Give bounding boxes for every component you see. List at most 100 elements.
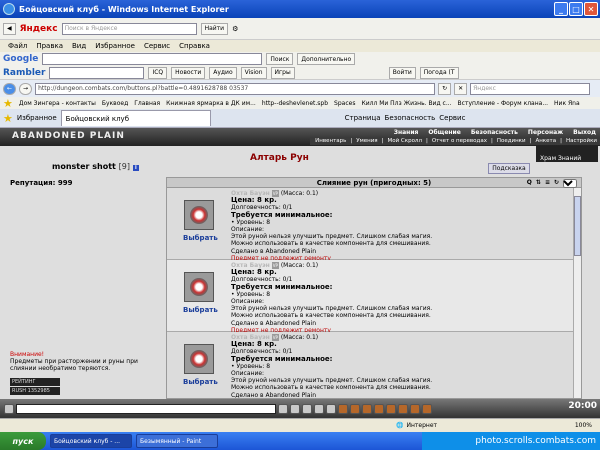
taskbar-item-paint[interactable]: Безымянный - Paint bbox=[136, 434, 218, 448]
fav-link-0[interactable]: Дом Зингера - контакты bbox=[19, 100, 96, 107]
nav-character[interactable]: Персонаж bbox=[528, 129, 563, 136]
fav-link-5[interactable]: Spaces bbox=[334, 100, 355, 107]
chat-avatar-icon[interactable] bbox=[4, 403, 14, 414]
rambler-icq[interactable]: ICQ bbox=[148, 66, 168, 79]
rune-icon[interactable] bbox=[184, 344, 214, 374]
browser-tab[interactable]: Бойцовский клуб bbox=[60, 110, 211, 126]
choose-button[interactable]: Выбрать bbox=[183, 378, 218, 386]
scroll-thumb[interactable] bbox=[574, 196, 581, 256]
maximize-button[interactable]: □ bbox=[569, 2, 583, 16]
favorites-label[interactable]: Избранное bbox=[17, 114, 57, 122]
chat-translit-icon[interactable] bbox=[326, 403, 336, 414]
panel-scrollbar[interactable] bbox=[573, 188, 581, 398]
action-icon-6[interactable] bbox=[398, 403, 408, 414]
nav-knowledge[interactable]: Знания bbox=[394, 129, 419, 136]
minimize-button[interactable]: _ bbox=[554, 2, 568, 16]
security-menu[interactable]: Безопасность bbox=[385, 114, 436, 122]
item-desc-2: Можно использовать в качестве компонента… bbox=[231, 312, 431, 320]
yandex-search-input[interactable]: Поиск в Яндексе bbox=[61, 22, 197, 35]
favorites-center-icon[interactable]: ★ bbox=[3, 112, 13, 125]
rambler-audio[interactable]: Аудио bbox=[209, 66, 237, 79]
chat-smile-icon[interactable] bbox=[314, 403, 324, 414]
back-arrow-icon[interactable]: ← bbox=[3, 82, 17, 95]
chat-input[interactable] bbox=[16, 403, 276, 414]
tools-menu[interactable]: Сервис bbox=[439, 114, 465, 122]
chat-send-icon[interactable] bbox=[278, 403, 288, 414]
fav-link-8[interactable]: Ник Яna bbox=[554, 100, 580, 107]
list-icon[interactable]: ≡ bbox=[545, 178, 550, 188]
nav-security[interactable]: Безопасность bbox=[471, 129, 518, 136]
yandex-search-button[interactable]: Найти bbox=[200, 22, 229, 35]
choose-button[interactable]: Выбрать bbox=[183, 234, 218, 242]
nav-exit[interactable]: Выход bbox=[573, 129, 596, 136]
action-icon-7[interactable] bbox=[410, 403, 420, 414]
address-search-input[interactable]: Яндекс bbox=[470, 82, 591, 95]
page-menu[interactable]: Страница bbox=[345, 114, 381, 122]
fav-link-6[interactable]: Килл Ми Плз Жизнь. Вид с... bbox=[361, 100, 451, 107]
item-price: Цена: 8 кр. bbox=[231, 340, 277, 349]
rune-icon[interactable] bbox=[184, 200, 214, 230]
rambler-login[interactable]: Войти bbox=[388, 66, 416, 79]
menu-file[interactable]: Файл bbox=[8, 42, 27, 50]
action-icon-1[interactable] bbox=[338, 403, 348, 414]
zoom-level[interactable]: 100% bbox=[575, 422, 592, 429]
rambler-games[interactable]: Игры bbox=[270, 66, 295, 79]
close-button[interactable]: ✕ bbox=[584, 2, 598, 16]
rambler-vision[interactable]: Vision bbox=[240, 66, 267, 79]
action-icon-5[interactable] bbox=[386, 403, 396, 414]
fav-link-7[interactable]: Вступление - Форум клана... bbox=[458, 100, 549, 107]
menu-help[interactable]: Справка bbox=[179, 42, 210, 50]
url-input[interactable]: http://dungeon.combats.com/buttons.pl?ba… bbox=[35, 82, 436, 95]
rating-counter[interactable]: РЕЙТИНГ 34799826 bbox=[10, 378, 60, 393]
start-button[interactable]: пуск bbox=[0, 432, 46, 450]
info-icon[interactable]: i bbox=[132, 165, 139, 171]
item-mass: (Масса: 0.1) bbox=[280, 262, 319, 269]
chat-clear-icon[interactable] bbox=[290, 403, 300, 414]
nav-inventory[interactable]: Инвентарь bbox=[315, 138, 346, 144]
fav-link-4[interactable]: http--deshevlenet.spb bbox=[262, 100, 328, 107]
fav-link-1[interactable]: Буквоед bbox=[102, 100, 128, 107]
taskbar-item-ie[interactable]: Бойцовский клуб - ... bbox=[50, 434, 132, 448]
nav-battles[interactable]: Поединки bbox=[497, 138, 526, 144]
nav-skills[interactable]: Умения bbox=[356, 138, 377, 144]
nav-transfers[interactable]: Отчет о переводах bbox=[432, 138, 487, 144]
google-more-button[interactable]: Дополнительно bbox=[297, 53, 356, 65]
refresh-icon[interactable]: ↻ bbox=[438, 82, 452, 95]
google-search-input[interactable] bbox=[42, 53, 263, 65]
action-icon-4[interactable] bbox=[374, 403, 384, 414]
gear-icon[interactable]: ⚙ bbox=[232, 25, 238, 33]
menu-edit[interactable]: Правка bbox=[36, 42, 63, 50]
count-select[interactable]: 0 bbox=[563, 178, 577, 188]
nav-scroll[interactable]: Мой Скролл bbox=[387, 138, 421, 144]
nav-settings[interactable]: Настройки bbox=[566, 138, 597, 144]
hint-button[interactable]: Подсказка bbox=[488, 163, 530, 174]
rambler-news[interactable]: Новости bbox=[171, 66, 206, 79]
back-button[interactable]: ◀ bbox=[3, 22, 16, 35]
menu-favorites[interactable]: Избранное bbox=[95, 42, 135, 50]
character-name[interactable]: monster shott [9] i bbox=[52, 162, 139, 171]
google-search-button[interactable]: Поиск bbox=[266, 53, 294, 65]
rambler-weather[interactable]: Погода (Т bbox=[419, 66, 459, 79]
menu-tools[interactable]: Сервис bbox=[144, 42, 170, 50]
forward-arrow-icon[interactable]: → bbox=[19, 82, 33, 95]
action-icon-2[interactable] bbox=[350, 403, 360, 414]
chat-filter-icon[interactable] bbox=[302, 403, 312, 414]
rambler-search-input[interactable] bbox=[49, 66, 145, 79]
reputation-value: 999 bbox=[57, 179, 73, 187]
fav-link-2[interactable]: Главная bbox=[134, 100, 160, 107]
menu-view[interactable]: Вид bbox=[72, 42, 86, 50]
rush-counter[interactable]: RUSH 1352985 bbox=[10, 387, 60, 395]
action-icon-3[interactable] bbox=[362, 403, 372, 414]
nav-profile[interactable]: Анкета bbox=[535, 138, 556, 144]
sort-icon[interactable]: ⇅ bbox=[536, 178, 541, 188]
stop-icon[interactable]: ✕ bbox=[454, 82, 468, 95]
nav-chat[interactable]: Общение bbox=[428, 129, 460, 136]
choose-button[interactable]: Выбрать bbox=[183, 306, 218, 314]
filter-icon[interactable]: Q bbox=[527, 178, 532, 188]
refresh-icon[interactable]: ↻ bbox=[554, 178, 559, 188]
favorites-star-icon[interactable]: ★ bbox=[3, 97, 13, 109]
rune-icon[interactable] bbox=[184, 272, 214, 302]
item-req-title: Требуется минимальное: bbox=[231, 354, 333, 363]
fav-link-3[interactable]: Книжная ярмарка в ДК им... bbox=[166, 100, 256, 107]
action-icon-8[interactable] bbox=[422, 403, 432, 414]
